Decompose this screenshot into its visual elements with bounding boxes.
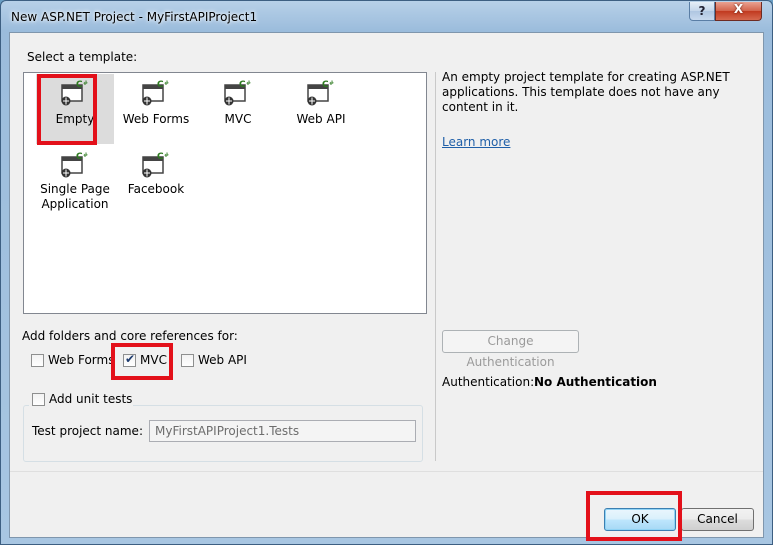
svg-text:C: C (157, 80, 164, 90)
template-label: Empty (55, 112, 95, 126)
svg-text:C: C (239, 80, 246, 90)
references-label: Add folders and core references for: (22, 329, 238, 343)
close-button[interactable]: X (715, 2, 762, 21)
cancel-button[interactable]: Cancel (681, 508, 754, 531)
svg-text:#: # (83, 80, 88, 87)
template-list[interactable]: C # Empty C # Web Forms C # MVC C # Web … (23, 72, 427, 314)
svg-text:#: # (83, 152, 88, 159)
svg-text:C: C (157, 152, 164, 162)
svg-text:#: # (329, 80, 334, 87)
svg-text:C: C (76, 80, 83, 90)
svg-text:#: # (246, 80, 251, 87)
mvc-checkbox[interactable]: ✔ (123, 352, 136, 367)
template-facebook[interactable]: C # Facebook (117, 146, 195, 216)
window-title: New ASP.NET Project - MyFirstAPIProject1 (11, 10, 258, 24)
template-label: Single Page Application (40, 182, 110, 211)
ok-button[interactable]: OK (604, 508, 676, 531)
template-web-api[interactable]: C # Web API (282, 74, 360, 144)
help-button[interactable]: ? (689, 2, 715, 21)
learn-more-link[interactable]: Learn more (442, 135, 510, 149)
authentication-value: No Authentication (534, 375, 657, 389)
web-project-csharp-icon: C # (223, 80, 253, 108)
dialog-body: Select a template: C # Empty C # Web Forms… (9, 32, 764, 538)
template-single-page-application[interactable]: C # Single Page Application (36, 146, 114, 216)
title-bar[interactable]: New ASP.NET Project - MyFirstAPIProject1… (1, 1, 772, 32)
web-project-csharp-icon: C # (306, 80, 336, 108)
footer-divider (10, 471, 763, 472)
mvc-checkbox-label[interactable]: MVC (140, 353, 167, 367)
change-authentication-button[interactable]: Change Authentication (442, 330, 579, 369)
checkmark-icon: ✔ (125, 352, 136, 366)
template-empty[interactable]: C # Empty (36, 74, 114, 144)
select-template-label: Select a template: (27, 50, 138, 64)
test-project-name-label: Test project name: (32, 424, 143, 438)
template-label: Web Forms (122, 112, 190, 126)
test-project-name-input[interactable]: MyFirstAPIProject1.Tests (149, 420, 416, 442)
web-project-csharp-icon: C # (60, 80, 90, 108)
svg-text:#: # (164, 80, 169, 87)
web-forms-checkbox[interactable] (31, 354, 44, 367)
web-project-csharp-icon: C # (141, 152, 171, 180)
vertical-divider (435, 72, 436, 461)
web-forms-checkbox-label[interactable]: Web Forms (48, 353, 114, 367)
web-api-checkbox-label[interactable]: Web API (198, 353, 247, 367)
svg-text:#: # (164, 152, 169, 159)
dialog-window: New ASP.NET Project - MyFirstAPIProject1… (0, 0, 773, 545)
add-unit-tests-label[interactable]: Add unit tests (49, 392, 132, 406)
svg-text:C: C (76, 152, 83, 162)
web-project-csharp-icon: C # (60, 152, 90, 180)
template-label: Web API (296, 112, 346, 126)
authentication-label: Authentication: (442, 375, 535, 389)
svg-text:C: C (322, 80, 329, 90)
web-api-checkbox[interactable] (181, 354, 194, 367)
template-label: MVC (224, 112, 252, 126)
web-project-csharp-icon: C # (141, 80, 171, 108)
template-web-forms[interactable]: C # Web Forms (117, 74, 195, 144)
add-unit-tests-checkbox[interactable] (32, 393, 45, 406)
template-description: An empty project template for creating A… (442, 70, 730, 114)
template-mvc[interactable]: C # MVC (199, 74, 277, 144)
template-label: Facebook (127, 182, 185, 196)
